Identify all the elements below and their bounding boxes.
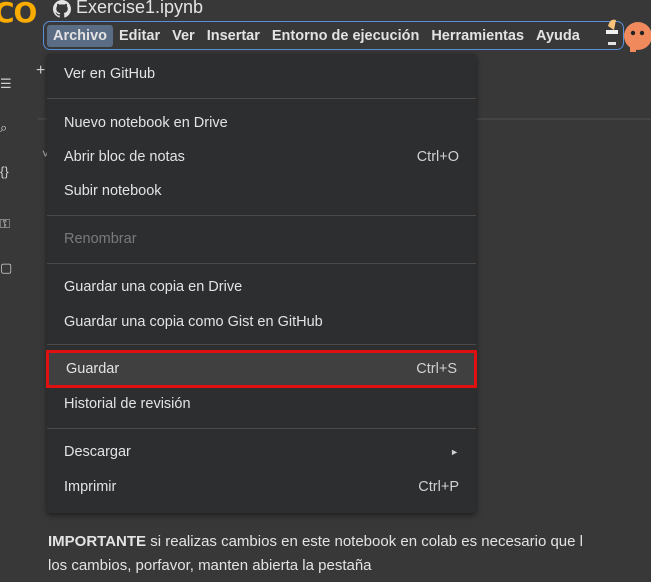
important-label: IMPORTANTE — [48, 533, 147, 550]
menu-item-guardar-copia-drive[interactable]: Guardar una copia en Drive — [47, 271, 476, 303]
menu-item-renombrar: Renombrar — [47, 223, 476, 255]
menu-item-label: Guardar una copia en Drive — [64, 279, 243, 295]
menu-separator — [47, 215, 476, 216]
mascot-icon — [606, 19, 651, 52]
menu-item-label: Guardar una copia como Gist en GitHub — [64, 314, 323, 330]
shortcut-ctrl-s: Ctrl+S — [416, 361, 457, 377]
header: CO Exercise1.ipynb Archivo Editar Ver In… — [0, 0, 651, 55]
menu-separator — [47, 263, 476, 264]
menu-herramientas[interactable]: Herramientas — [425, 25, 530, 47]
menu-item-label: Imprimir — [64, 479, 117, 495]
shortcut-ctrl-p: Ctrl+P — [418, 479, 459, 495]
shortcut-ctrl-o: Ctrl+O — [416, 149, 459, 165]
menu-item-descargar[interactable]: Descargar ► — [47, 436, 476, 468]
menu-item-abrir-bloc[interactable]: Abrir bloc de notas Ctrl+O — [47, 141, 476, 173]
menu-item-label: Renombrar — [64, 231, 137, 247]
menu-item-guardar-copia-gist[interactable]: Guardar una copia como Gist en GitHub — [47, 306, 476, 338]
notebook-title[interactable]: Exercise1.ipynb — [76, 0, 203, 18]
menu-ver[interactable]: Ver — [166, 25, 201, 47]
menubar: Archivo Editar Ver Insertar Entorno de e… — [43, 21, 624, 50]
notebook-text-cell[interactable]: IMPORTANTE si realizas cambios en este n… — [48, 530, 651, 578]
menu-editar[interactable]: Editar — [113, 25, 166, 47]
submenu-arrow-icon: ► — [450, 447, 459, 457]
file-menu-dropdown: Ver en GitHub Nuevo notebook en Drive Ab… — [46, 54, 477, 513]
important-line-1: IMPORTANTE si realizas cambios en este n… — [48, 530, 651, 554]
menu-item-imprimir[interactable]: Imprimir Ctrl+P — [47, 471, 476, 503]
menu-item-label: Ver en GitHub — [64, 66, 156, 82]
menu-insertar[interactable]: Insertar — [201, 25, 266, 47]
menu-item-ver-en-github[interactable]: Ver en GitHub — [47, 58, 476, 90]
search-icon[interactable]: ⌕ — [0, 121, 12, 135]
files-icon[interactable]: ▢ — [0, 261, 12, 275]
left-sidebar: ☰ ⌕ {} ⚿ ▢ — [0, 55, 22, 582]
add-code-button[interactable]: + — [36, 62, 45, 80]
menu-item-nuevo-notebook[interactable]: Nuevo notebook en Drive — [47, 107, 476, 139]
menu-item-label: Nuevo notebook en Drive — [64, 115, 228, 131]
menu-item-guardar[interactable]: Guardar Ctrl+S — [46, 350, 477, 388]
important-text: si realizas cambios en este notebook en … — [146, 533, 583, 550]
menu-separator — [47, 98, 476, 99]
menu-item-subir-notebook[interactable]: Subir notebook — [47, 175, 476, 207]
menu-item-label: Guardar — [66, 361, 120, 377]
secrets-icon[interactable]: ⚿ — [0, 217, 12, 231]
menu-item-label: Subir notebook — [64, 183, 162, 199]
menu-item-label: Descargar — [64, 444, 131, 460]
menu-separator — [47, 428, 476, 429]
menu-item-historial-revision[interactable]: Historial de revisión — [47, 388, 476, 420]
menu-item-label: Abrir bloc de notas — [64, 149, 185, 165]
table-of-contents-icon[interactable]: ☰ — [0, 77, 12, 91]
menu-item-label: Historial de revisión — [64, 396, 191, 412]
menu-entorno-ejecucion[interactable]: Entorno de ejecución — [266, 25, 425, 47]
github-icon — [53, 0, 71, 18]
menu-archivo[interactable]: Archivo — [47, 24, 113, 47]
colab-logo[interactable]: CO — [0, 0, 37, 29]
menu-ayuda[interactable]: Ayuda — [530, 25, 586, 47]
menu-separator — [47, 344, 476, 345]
important-line-2: los cambios, porfavor, manten abierta la… — [48, 557, 372, 574]
code-snippets-icon[interactable]: {} — [0, 165, 12, 179]
